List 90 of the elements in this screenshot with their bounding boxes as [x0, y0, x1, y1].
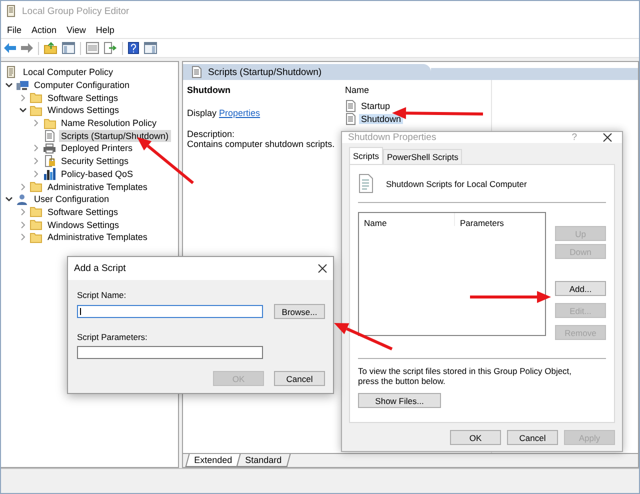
help-icon[interactable]: [128, 42, 139, 54]
window-title: Local Group Policy Editor: [22, 6, 130, 16]
panel-icon[interactable]: [62, 42, 75, 54]
dialog-title: Shutdown Properties: [348, 132, 438, 143]
policy-document-icon: [6, 66, 17, 78]
tree-item[interactable]: Software Settings: [46, 92, 120, 104]
tree-item[interactable]: Windows Settings: [46, 104, 122, 116]
collapse-chevron-icon[interactable]: [5, 81, 13, 90]
expand-chevron-icon[interactable]: [32, 144, 40, 152]
side-button[interactable]: Add...: [555, 281, 606, 296]
export-icon[interactable]: [104, 42, 117, 54]
close-icon[interactable]: [318, 264, 327, 273]
list-icon[interactable]: [86, 42, 99, 54]
collapse-chevron-icon[interactable]: [5, 195, 13, 204]
properties-link[interactable]: Properties: [219, 108, 260, 118]
expand-chevron-icon[interactable]: [18, 220, 26, 229]
expand-chevron-icon[interactable]: [18, 94, 26, 102]
dialog-tab[interactable]: Scripts: [349, 147, 383, 164]
menu-item[interactable]: View: [66, 24, 86, 34]
folder-icon: [30, 206, 42, 218]
script-document-icon: [44, 130, 55, 142]
view-tab[interactable]: Extended: [185, 454, 241, 467]
expand-chevron-icon[interactable]: [18, 182, 26, 191]
dialog-button[interactable]: Cancel: [274, 371, 325, 386]
expand-chevron-icon[interactable]: [32, 119, 40, 128]
collapse-chevron-icon[interactable]: [18, 106, 26, 114]
tree-item[interactable]: Policy-based QoS: [59, 168, 136, 180]
folder-up-icon[interactable]: [44, 42, 57, 54]
expand-chevron-icon[interactable]: [32, 170, 40, 178]
tree-item[interactable]: Software Settings: [46, 206, 120, 218]
tree-item[interactable]: Scripts (Startup/Shutdown): [59, 130, 171, 142]
tree-item[interactable]: Administrative Templates: [46, 180, 150, 193]
tree-item[interactable]: Computer Configuration: [32, 79, 132, 92]
column-header[interactable]: Name: [341, 85, 370, 99]
expand-chevron-icon[interactable]: [18, 208, 26, 216]
view-tab[interactable]: Standard: [236, 454, 290, 467]
field-label: Script Name:: [77, 290, 128, 301]
script-document-icon: [358, 174, 374, 193]
note-text: To view the script files stored in this Group Policy Object, press the button below.: [358, 366, 573, 386]
folder-icon: [30, 219, 42, 230]
close-icon[interactable]: [603, 133, 612, 142]
bar-chart-icon: [44, 168, 56, 180]
app-icon: [6, 5, 17, 17]
back-arrow-icon[interactable]: [4, 43, 16, 53]
script-document-icon: [345, 100, 356, 112]
printer-icon: [43, 142, 56, 154]
script-document-icon: [191, 66, 202, 78]
column-header[interactable]: Name: [359, 213, 455, 226]
lock-document-icon: [44, 155, 56, 168]
section-heading: Shutdown Scripts for Local Computer: [386, 178, 527, 188]
folder-icon: [30, 104, 42, 116]
tree-item[interactable]: Windows Settings: [46, 218, 122, 231]
menu-item[interactable]: Action: [32, 24, 57, 34]
field-label: Script Parameters:: [77, 332, 148, 343]
tree-item[interactable]: Local Computer Policy: [21, 66, 116, 78]
list-item[interactable]: Startup: [359, 100, 392, 110]
dialog-tab[interactable]: PowerShell Scripts: [382, 149, 462, 164]
tree-item[interactable]: Name Resolution Policy: [59, 117, 159, 130]
tree-item[interactable]: User Configuration: [32, 193, 112, 206]
menu-item[interactable]: File: [7, 24, 22, 34]
folder-icon: [30, 92, 42, 104]
column-header[interactable]: Parameters: [455, 213, 504, 228]
folder-icon: [30, 181, 42, 192]
input-field[interactable]: [77, 346, 263, 359]
browse-button[interactable]: Browse...: [274, 304, 325, 319]
expand-chevron-icon[interactable]: [32, 157, 40, 166]
dialog-button[interactable]: OK: [450, 430, 501, 445]
pointer-arrow: [334, 323, 393, 350]
description-text: Contains computer shutdown scripts.: [187, 139, 336, 149]
item-title: Shutdown: [187, 85, 232, 95]
forward-arrow-icon[interactable]: [21, 43, 33, 53]
description-label: Description:: [187, 129, 236, 139]
list-item[interactable]: Shutdown: [359, 114, 404, 124]
dialog-button[interactable]: Cancel: [507, 430, 558, 445]
show-files-button[interactable]: Show Files...: [358, 393, 441, 408]
dialog-title: Add a Script: [74, 263, 127, 274]
panel-icon[interactable]: [144, 42, 157, 54]
tree-item[interactable]: Administrative Templates: [46, 231, 150, 244]
folder-icon: [30, 232, 42, 243]
menu-item[interactable]: Help: [96, 24, 114, 34]
input-field[interactable]: [77, 305, 263, 318]
tree-item[interactable]: Security Settings: [59, 155, 131, 168]
pane-title: Scripts (Startup/Shutdown): [208, 66, 322, 78]
computer-icon: [16, 80, 29, 91]
tree-item[interactable]: Deployed Printers: [59, 142, 135, 154]
expand-chevron-icon[interactable]: [18, 233, 26, 242]
script-document-icon: [345, 112, 356, 124]
folder-icon: [44, 118, 56, 129]
display-text: Display Properties: [187, 108, 262, 118]
user-icon: [16, 194, 29, 205]
